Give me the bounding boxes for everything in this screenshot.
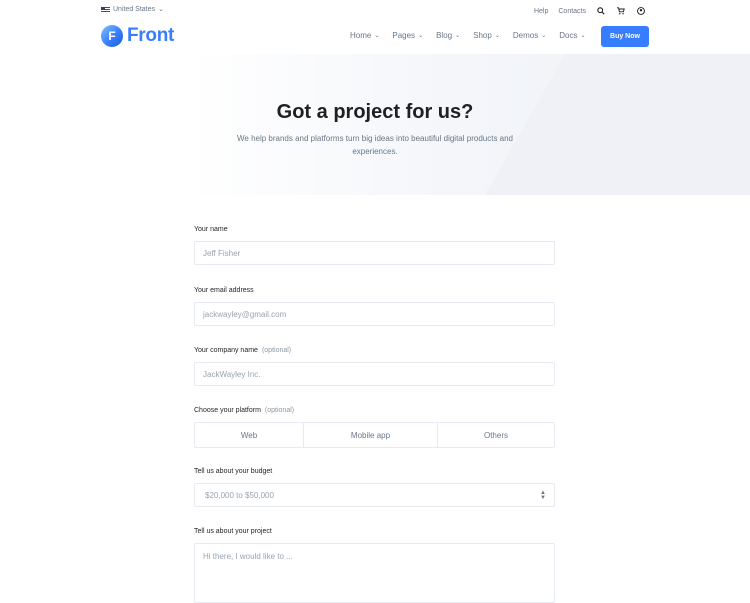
project-label: Tell us about your project: [194, 528, 556, 538]
nav-item-label: Home: [350, 31, 372, 40]
platform-field-group: Choose your platform (optional) Web Mobi…: [194, 407, 556, 448]
name-input[interactable]: Jeff Fisher: [194, 241, 555, 265]
nav-item-demos[interactable]: Demos ⌄: [513, 31, 546, 40]
logo-text: Front: [127, 25, 175, 46]
country-selector[interactable]: United States ⌄: [101, 6, 164, 13]
chevron-down-icon: ⌄: [374, 33, 380, 39]
nav-item-label: Demos: [512, 31, 539, 40]
contacts-link[interactable]: Contacts: [558, 8, 586, 15]
cart-icon[interactable]: [616, 6, 626, 16]
top-links: Help Contacts: [534, 6, 646, 16]
name-field-group: Your name Jeff Fisher: [194, 226, 556, 265]
label-text: Your company name: [194, 347, 258, 354]
platform-selector: Web Mobile app Others: [194, 422, 555, 448]
hero-section: Got a project for us? We help brands and…: [0, 54, 750, 195]
top-bar: United States ⌄ Help Contacts: [0, 0, 750, 22]
budget-label: Tell us about your budget: [194, 468, 556, 478]
email-label: Your email address: [194, 287, 556, 297]
chevron-down-icon: ⌄: [418, 33, 424, 39]
label-text: Your email address: [194, 287, 254, 294]
nav-item-blog[interactable]: Blog ⌄: [436, 31, 460, 40]
email-input[interactable]: jackwayley@gmail.com: [194, 302, 555, 326]
nav-item-label: Blog: [436, 31, 453, 40]
us-flag-icon: [101, 6, 110, 13]
platform-web-option[interactable]: Web: [195, 423, 304, 447]
project-field-group: Tell us about your project Hi there, I w…: [194, 528, 556, 603]
chevron-down-icon: ⌄: [541, 33, 547, 39]
page-title: Got a project for us?: [276, 101, 474, 123]
project-textarea[interactable]: Hi there, I would like to ...: [194, 543, 555, 603]
buy-now-button[interactable]: Buy Now: [601, 26, 649, 47]
label-text: Tell us about your project: [194, 528, 272, 535]
chevron-down-icon: ⌄: [158, 6, 164, 13]
chevron-down-icon: ⌄: [455, 33, 461, 39]
budget-value: $20,000 to $50,000: [205, 490, 274, 500]
nav-item-pages[interactable]: Pages ⌄: [392, 31, 423, 40]
name-label: Your name: [194, 226, 556, 236]
logo[interactable]: F Front: [101, 25, 174, 47]
hero-background-shape: [485, 54, 750, 195]
platform-mobile-option[interactable]: Mobile app: [304, 423, 438, 447]
label-text: Tell us about your budget: [194, 468, 273, 475]
nav-item-label: Pages: [392, 31, 416, 40]
search-icon[interactable]: [596, 6, 606, 16]
company-input[interactable]: JackWayley Inc.: [194, 362, 555, 386]
label-text: Your name: [194, 226, 228, 233]
chevron-down-icon: ⌄: [494, 33, 500, 39]
platform-others-option[interactable]: Others: [438, 423, 554, 447]
label-text: Choose your platform: [194, 407, 261, 414]
budget-select[interactable]: $20,000 to $50,000 ▲ ▼: [194, 483, 555, 507]
optional-hint: (optional): [264, 407, 295, 414]
main-navbar: F Front Home ⌄ Pages ⌄ Blog ⌄ Shop ⌄ Demos ⌄ …: [0, 22, 750, 54]
nav-item-label: Shop: [473, 31, 492, 40]
chevron-down-icon: ⌄: [580, 33, 586, 39]
help-link[interactable]: Help: [534, 8, 548, 15]
select-arrows-icon: ▲ ▼: [540, 490, 546, 501]
hero-subtitle: We help brands and platforms turn big id…: [236, 134, 514, 156]
user-icon[interactable]: [636, 6, 646, 16]
nav-item-label: Docs: [559, 31, 578, 40]
logo-mark-icon: F: [101, 25, 123, 47]
company-field-group: Your company name (optional) JackWayley …: [194, 347, 556, 386]
nav-item-shop[interactable]: Shop ⌄: [473, 31, 500, 40]
email-field-group: Your email address jackwayley@gmail.com: [194, 287, 556, 326]
nav-item-docs[interactable]: Docs ⌄: [559, 31, 585, 40]
nav-menu: Home ⌄ Pages ⌄ Blog ⌄ Shop ⌄ Demos ⌄ Docs ⌄: [350, 31, 599, 40]
country-label: United States: [113, 6, 156, 13]
platform-label: Choose your platform (optional): [194, 407, 556, 417]
optional-hint: (optional): [261, 347, 292, 354]
budget-field-group: Tell us about your budget $20,000 to $50…: [194, 468, 556, 507]
company-label: Your company name (optional): [194, 347, 556, 357]
nav-item-home[interactable]: Home ⌄: [350, 31, 379, 40]
